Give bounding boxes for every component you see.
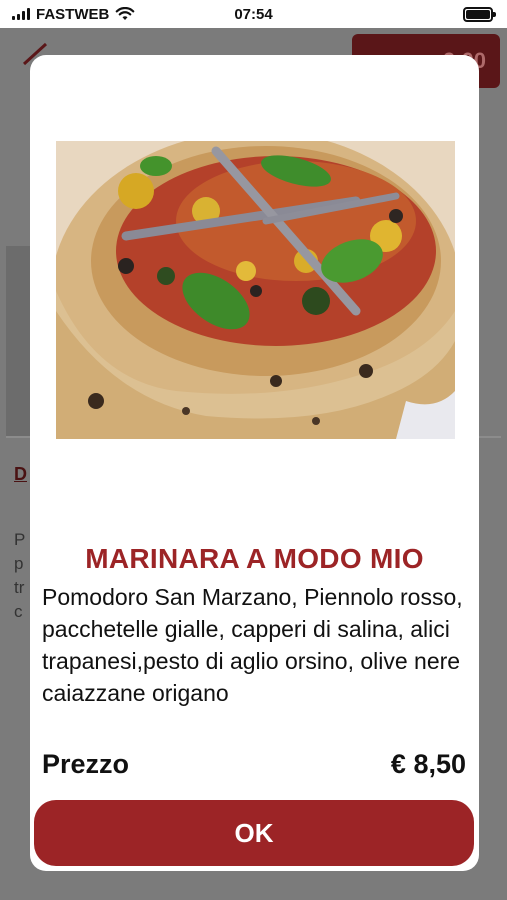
status-bar: FASTWEB 07:54 xyxy=(0,0,507,28)
product-description: Pomodoro San Marzano, Piennolo rosso, pa… xyxy=(42,585,463,706)
product-title: MARINARA A MODO MIO xyxy=(85,543,424,574)
price-label: Prezzo xyxy=(42,749,130,779)
price-value: € 8,50 xyxy=(390,749,466,779)
background-text: P p tr c xyxy=(14,530,26,621)
status-left: FASTWEB xyxy=(12,6,135,23)
product-modal: MARINARA A MODO MIO Pomodoro San Marzano… xyxy=(30,55,479,871)
wifi-icon xyxy=(116,7,135,20)
signal-icon xyxy=(12,8,30,20)
background-tab: D xyxy=(14,464,27,484)
price-row: Prezzo € 8,50 xyxy=(42,749,466,780)
description-scroll-area[interactable]: Pomodoro San Marzano, Piennolo rosso, pa… xyxy=(42,585,467,731)
background-card xyxy=(6,246,32,436)
ok-button[interactable]: OK xyxy=(34,800,474,866)
product-image xyxy=(56,141,455,439)
carrier-name: FASTWEB xyxy=(36,5,110,23)
battery-icon xyxy=(463,6,496,22)
